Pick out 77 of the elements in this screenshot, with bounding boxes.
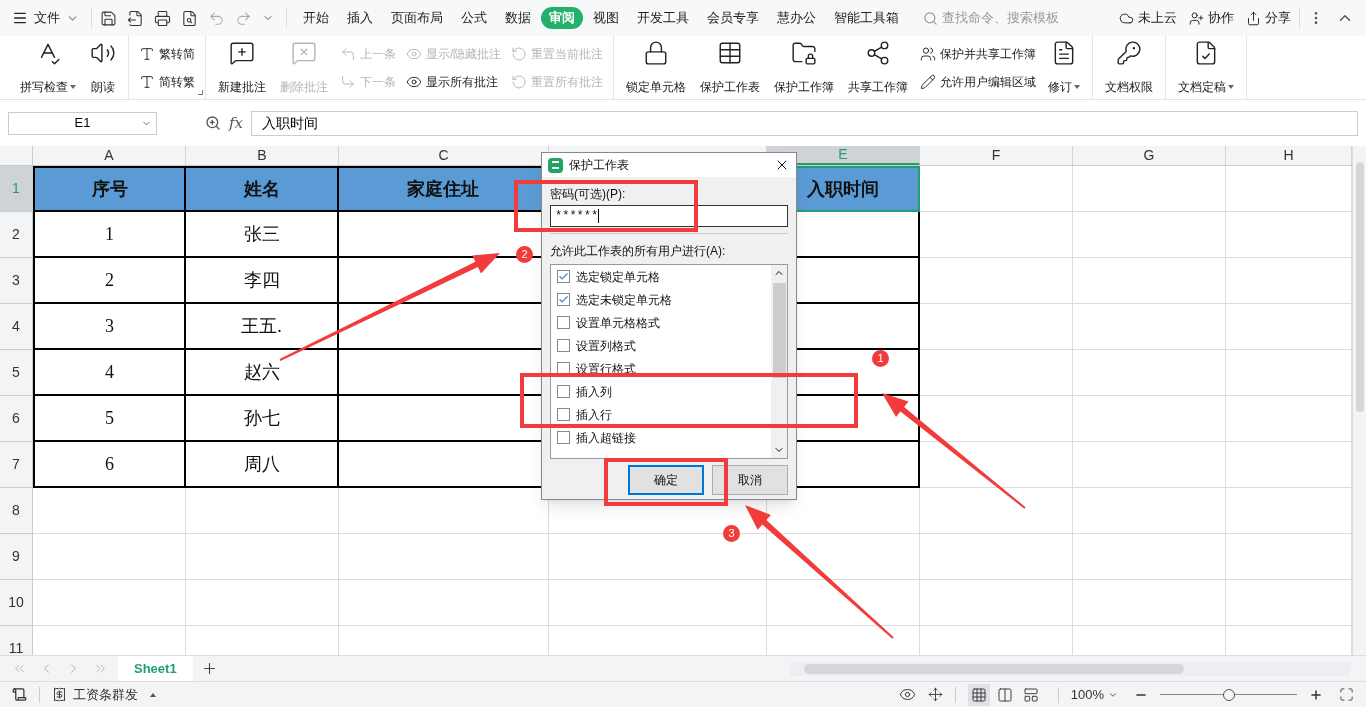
- ribbon-tab[interactable]: 数据: [497, 7, 539, 29]
- step-marker: 1: [872, 350, 889, 367]
- column-header[interactable]: F: [920, 146, 1073, 165]
- table-cell: 周八: [186, 442, 339, 488]
- ribbon-tab[interactable]: 视图: [585, 7, 627, 29]
- row-header[interactable]: 5: [0, 350, 33, 396]
- ribbon-tab[interactable]: 页面布局: [383, 7, 451, 29]
- column-header[interactable]: G: [1073, 146, 1226, 165]
- ribbon-tab[interactable]: 开发工具: [629, 7, 697, 29]
- ribbon-button[interactable]: 文档定稿: [1172, 39, 1241, 96]
- ribbon-button[interactable]: 文档权限: [1099, 39, 1160, 96]
- formula-field[interactable]: 入职时间: [251, 110, 1358, 136]
- header-cell: 序号: [33, 166, 186, 212]
- ribbon-tab[interactable]: 公式: [453, 7, 495, 29]
- action-button[interactable]: 分享: [1246, 8, 1291, 28]
- search-field[interactable]: 查找命令、搜索模板: [923, 8, 1064, 28]
- table-cell: 3: [33, 304, 186, 350]
- file-menu[interactable]: 文件: [12, 8, 87, 28]
- ribbon-button[interactable]: 拼写检查: [14, 39, 82, 96]
- table-cell: 孙七: [186, 396, 339, 442]
- row-header[interactable]: 9: [0, 534, 33, 580]
- option-label: 设置列格式: [576, 337, 636, 355]
- ribbon-button[interactable]: 锁定单元格: [620, 39, 693, 96]
- option-label: 插入超链接: [576, 429, 636, 447]
- ribbon-button[interactable]: 繁转简: [135, 41, 199, 66]
- ribbon-button[interactable]: 朗读: [84, 39, 122, 96]
- ribbon-tab[interactable]: 慧办公: [769, 7, 824, 29]
- password-label: 密码(可选)(P):: [550, 186, 627, 203]
- ribbon-button[interactable]: 修订: [1042, 39, 1087, 96]
- table-cell: 李四: [186, 258, 339, 304]
- zoom-dropdown[interactable]: 100%: [1070, 684, 1118, 705]
- row-header[interactable]: 11: [0, 626, 33, 655]
- dialog-title: 保护工作表: [569, 157, 629, 174]
- table-cell: 5: [33, 396, 186, 442]
- ribbon-button[interactable]: 保护工作簿: [768, 39, 841, 96]
- option-label: 选定未锁定单元格: [576, 291, 672, 309]
- option-label: 选定锁定单元格: [576, 268, 660, 286]
- row-header[interactable]: 4: [0, 304, 33, 350]
- ribbon-button[interactable]: 新建批注: [212, 39, 272, 96]
- column-header[interactable]: B: [186, 146, 339, 165]
- table-cell: 2: [33, 258, 186, 304]
- table-cell: 张三: [186, 212, 339, 258]
- ribbon-button[interactable]: 显示所有批注: [402, 69, 506, 94]
- function-label[interactable]: fx: [229, 111, 243, 135]
- option-label: 插入行: [576, 406, 612, 424]
- ribbon-tab[interactable]: 智能工具箱: [826, 7, 907, 29]
- table-cell: 4: [33, 350, 186, 396]
- ribbon-tab[interactable]: 插入: [339, 7, 381, 29]
- ribbon-button[interactable]: 保护并共享工作簿: [916, 41, 1041, 66]
- option-label: 设置单元格格式: [576, 314, 660, 332]
- password-field[interactable]: ******: [550, 205, 788, 227]
- option-label: 插入列: [576, 383, 612, 401]
- payroll-button[interactable]: 工资条群发: [52, 684, 156, 705]
- row-header[interactable]: 8: [0, 488, 33, 534]
- table-cell: 6: [33, 442, 186, 488]
- row-header[interactable]: 3: [0, 258, 33, 304]
- column-header[interactable]: A: [33, 146, 186, 165]
- table-cell: 1: [33, 212, 186, 258]
- name-box[interactable]: E1: [8, 111, 157, 135]
- header-cell: 姓名: [186, 166, 339, 212]
- ribbon-tab[interactable]: 会员专享: [699, 7, 767, 29]
- step-marker: 3: [723, 525, 740, 542]
- row-header[interactable]: 2: [0, 212, 33, 258]
- ribbon-button[interactable]: 共享工作簿: [842, 39, 915, 96]
- step-marker: 2: [516, 246, 533, 263]
- dialog-button[interactable]: 取消: [712, 465, 788, 495]
- action-button[interactable]: 未上云: [1119, 8, 1177, 28]
- ribbon-button[interactable]: 允许用户编辑区域: [916, 69, 1041, 94]
- ribbon-button[interactable]: 简转繁: [135, 69, 199, 94]
- row-header[interactable]: 7: [0, 442, 33, 488]
- dialog-button[interactable]: 确定: [628, 465, 704, 495]
- ribbon-tab[interactable]: 开始: [295, 7, 337, 29]
- action-button[interactable]: 协作: [1189, 8, 1234, 28]
- ribbon-button[interactable]: 保护工作表: [694, 39, 767, 96]
- row-header[interactable]: 6: [0, 396, 33, 442]
- permissions-label: 允许此工作表的所有用户进行(A):: [550, 243, 727, 260]
- row-header[interactable]: 10: [0, 580, 33, 626]
